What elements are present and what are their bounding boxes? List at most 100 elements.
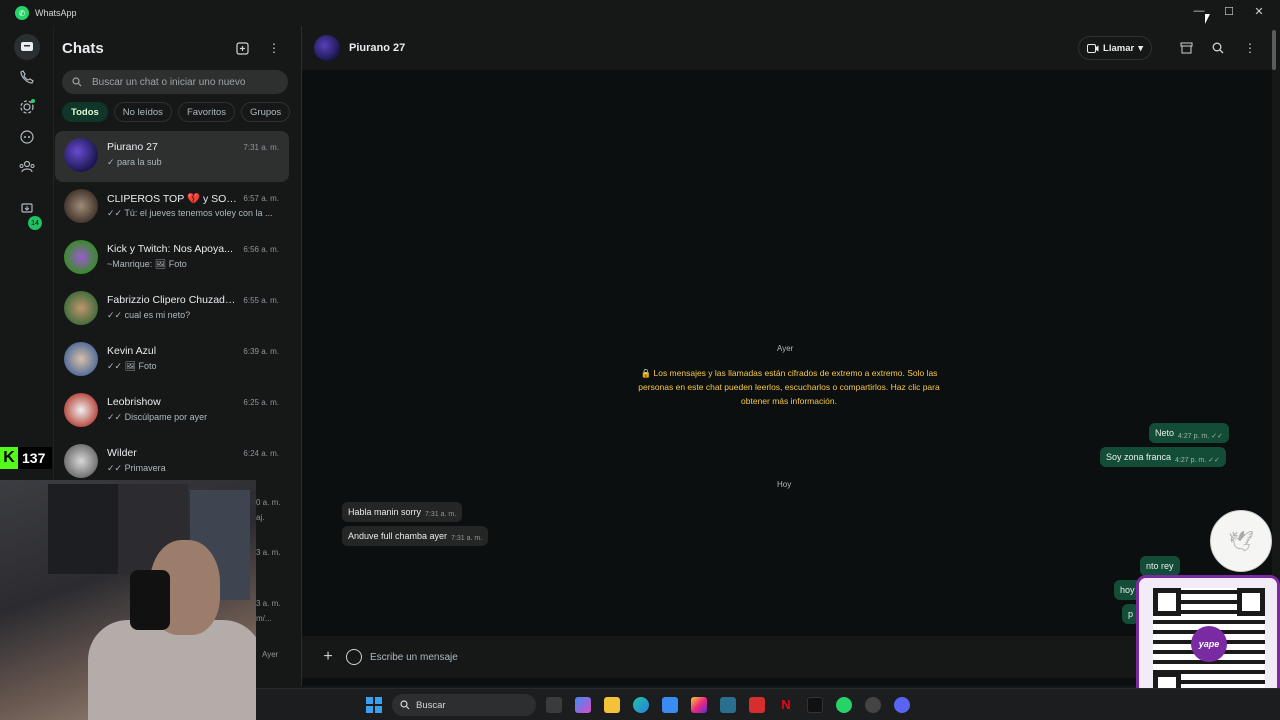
avatar — [64, 444, 98, 478]
chat-row[interactable]: Piurano 27 7:31 a. m. ✓ para la sub — [55, 131, 289, 182]
store-app-icon[interactable] — [662, 697, 678, 713]
discord-icon[interactable] — [894, 697, 910, 713]
filter-no-leidos[interactable]: No leídos — [113, 102, 172, 122]
contact-name[interactable]: Piurano 27 — [349, 42, 405, 54]
avatar — [64, 138, 98, 172]
chat-row[interactable]: Kevin Azul 6:39 a. m. ✓✓ 🖼 Foto — [55, 335, 289, 386]
edge-icon[interactable] — [633, 697, 649, 713]
chat-row[interactable]: Kick y Twitch: Nos Apoya... 6:56 a. m. ~… — [55, 233, 289, 284]
status-nav-icon[interactable] — [14, 94, 40, 120]
task-view-icon[interactable] — [546, 697, 562, 713]
app-icon[interactable] — [865, 697, 881, 713]
call-button[interactable]: Llamar ▾ — [1078, 36, 1152, 60]
chat-time: 6:25 a. m. — [243, 398, 279, 407]
store-icon[interactable] — [1178, 40, 1194, 56]
message-outgoing[interactable]: Neto 4:27 p. m. ✓✓ — [1149, 423, 1229, 443]
chat-preview: ✓✓ Discúlpame por ayer — [107, 412, 208, 422]
chat-name: Leobrishow — [107, 396, 161, 408]
chat-row[interactable]: CLIPEROS TOP 💔 y SON ... 6:57 a. m. ✓✓ T… — [55, 182, 289, 233]
chat-preview: ✓ para la sub — [107, 157, 162, 167]
sticker-emoji-icon[interactable] — [346, 649, 362, 665]
message-text: Habla manin sorry — [348, 507, 422, 517]
filter-chips: Todos No leídos Favoritos Grupos — [62, 102, 291, 122]
whatsapp-taskbar-icon[interactable] — [836, 697, 852, 713]
video-call-icon — [1087, 43, 1099, 53]
search-icon — [72, 77, 82, 87]
menu-dots-icon[interactable]: ⋮ — [266, 40, 282, 56]
call-label: Llamar — [1103, 42, 1135, 54]
message-outgoing[interactable]: nto rey — [1140, 556, 1180, 576]
mouse-cursor-icon — [1205, 14, 1210, 24]
kick-logo-icon: K — [0, 447, 18, 469]
filter-todos[interactable]: Todos — [62, 102, 108, 122]
app-icon[interactable] — [749, 697, 765, 713]
chevron-down-icon: ▾ — [1138, 42, 1143, 54]
day-divider: Ayer — [777, 344, 794, 353]
message-time: 7:31 a. m. — [451, 535, 483, 542]
streamer-body — [88, 620, 256, 720]
kick-viewer-count: 137 — [22, 450, 46, 466]
chat-preview: ✓✓ 🖼 Foto — [107, 361, 157, 371]
chats-title: Chats — [62, 39, 104, 57]
filter-favoritos[interactable]: Favoritos — [177, 102, 236, 122]
message-text: Neto — [1155, 428, 1175, 438]
new-chat-icon[interactable] — [234, 40, 250, 56]
avatar — [64, 342, 98, 376]
filter-grupos[interactable]: Grupos — [241, 102, 291, 122]
chat-time: 6:56 a. m. — [243, 245, 279, 254]
encryption-notice[interactable]: 🔒 Los mensajes y las llamadas están cifr… — [636, 366, 942, 408]
updates-count-badge: 14 — [28, 216, 42, 230]
close-button[interactable]: ✕ — [1244, 0, 1274, 22]
photos-icon[interactable] — [720, 697, 736, 713]
whatsapp-logo-icon: ✆ — [15, 6, 29, 20]
instagram-icon[interactable] — [691, 697, 707, 713]
avatar — [64, 393, 98, 427]
scrollbar-thumb[interactable] — [1272, 30, 1276, 70]
title-bar: ✆ WhatsApp — ☐ ✕ — [0, 0, 1280, 26]
message-text: Anduve full chamba ayer — [348, 531, 448, 541]
chat-preview: ✓✓ cual es mi neto? — [107, 310, 191, 320]
search-input[interactable] — [92, 76, 272, 88]
calls-nav-icon[interactable] — [14, 64, 40, 90]
qr-code: yape — [1153, 588, 1265, 700]
message-incoming[interactable]: Habla manin sorry 7:31 a. m. — [342, 502, 463, 522]
maximize-button[interactable]: ☐ — [1214, 0, 1244, 22]
netflix-icon[interactable]: N — [778, 697, 794, 713]
contact-avatar[interactable] — [314, 35, 340, 61]
message-time: 4:27 p. m. ✓✓ — [1175, 456, 1220, 464]
chat-preview: m/... — [256, 614, 272, 623]
qr-finder — [1237, 588, 1265, 616]
search-box[interactable] — [62, 70, 288, 94]
chat-row[interactable]: Leobrishow 6:25 a. m. ✓✓ Discúlpame por … — [55, 386, 289, 437]
taskbar-search[interactable]: Buscar — [392, 694, 536, 716]
windows-start-icon[interactable] — [366, 697, 382, 713]
chat-row[interactable]: Fabrizzio Clipero Chuzado... 6:55 a. m. … — [55, 284, 289, 335]
communities-nav-icon[interactable] — [14, 154, 40, 180]
avatar — [64, 189, 98, 223]
taskbar-search-label: Buscar — [416, 699, 446, 711]
chat-time: 3 a. m. — [256, 548, 281, 557]
chat-name: Kevin Azul — [107, 345, 157, 357]
search-icon[interactable] — [1210, 40, 1226, 56]
menu-dots-icon[interactable]: ⋮ — [1242, 40, 1258, 56]
message-incoming[interactable]: Anduve full chamba ayer 7:31 a. m. — [342, 526, 489, 546]
chat-name: Kick y Twitch: Nos Apoya... — [107, 243, 233, 255]
search-icon — [400, 700, 410, 710]
message-input[interactable] — [370, 651, 1070, 663]
chat-rows: Piurano 27 7:31 a. m. ✓ para la sub CLIP… — [54, 131, 294, 488]
message-text: Soy zona franca — [1106, 452, 1172, 462]
chats-nav-icon[interactable] — [14, 34, 40, 60]
tiktok-icon[interactable] — [807, 697, 823, 713]
chat-time: 6:24 a. m. — [243, 449, 279, 458]
webcam-overlay — [0, 480, 256, 720]
copilot-icon[interactable] — [575, 697, 591, 713]
message-text: nto rey — [1146, 561, 1174, 571]
channels-nav-icon[interactable] — [14, 124, 40, 150]
attach-plus-icon[interactable]: + — [318, 647, 338, 667]
message-outgoing[interactable]: Soy zona franca 4:27 p. m. ✓✓ — [1100, 447, 1226, 467]
message-text: p — [1128, 609, 1134, 619]
chat-name: CLIPEROS TOP 💔 y SON ... — [107, 193, 239, 205]
file-explorer-icon[interactable] — [604, 697, 620, 713]
seal-logo-icon: 🕊 — [1210, 510, 1272, 572]
chat-time: 6:39 a. m. — [243, 347, 279, 356]
